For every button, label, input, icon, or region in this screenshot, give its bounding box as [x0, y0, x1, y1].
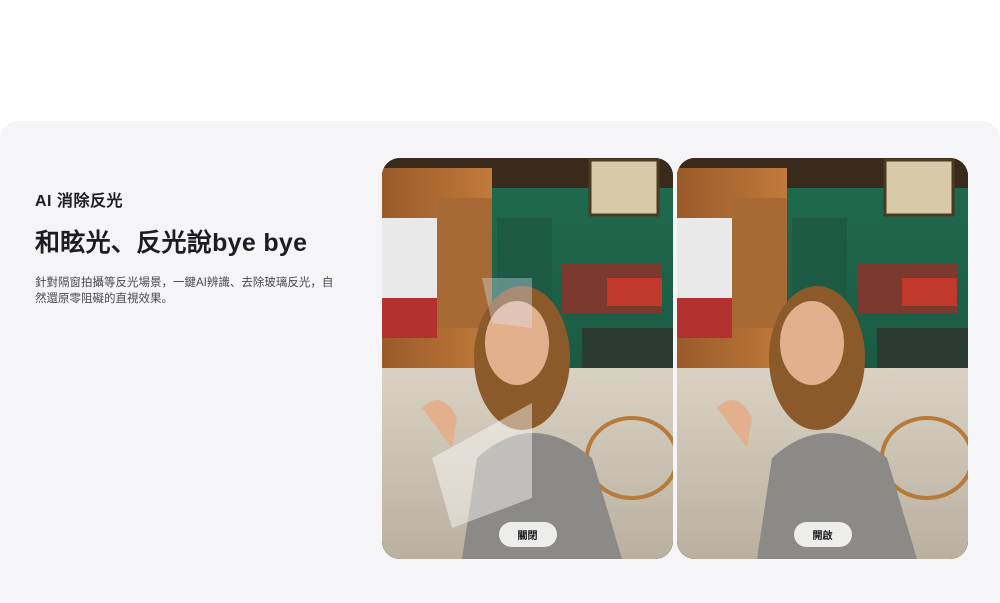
cafe-portrait-with-glare-image [382, 158, 673, 559]
reflection-on-button[interactable]: 開啟 [793, 522, 852, 547]
feature-headline: 和眩光、反光說bye bye [35, 229, 308, 257]
comparison-photo-off: 關閉 [382, 158, 673, 559]
feature-text-block: AI 消除反光 和眩光、反光說bye bye 針對隔窗拍攝等反光場景，一鍵AI辨… [35, 187, 355, 307]
reflection-off-button[interactable]: 關閉 [498, 522, 557, 547]
feature-description: 針對隔窗拍攝等反光場景，一鍵AI辨識、去除玻璃反光，自然還原零阻礙的直視效果。 [35, 277, 334, 305]
comparison-photo-on: 開啟 [677, 158, 968, 559]
cafe-portrait-clean-image [677, 158, 968, 559]
feature-eyebrow: AI 消除反光 [35, 193, 123, 210]
